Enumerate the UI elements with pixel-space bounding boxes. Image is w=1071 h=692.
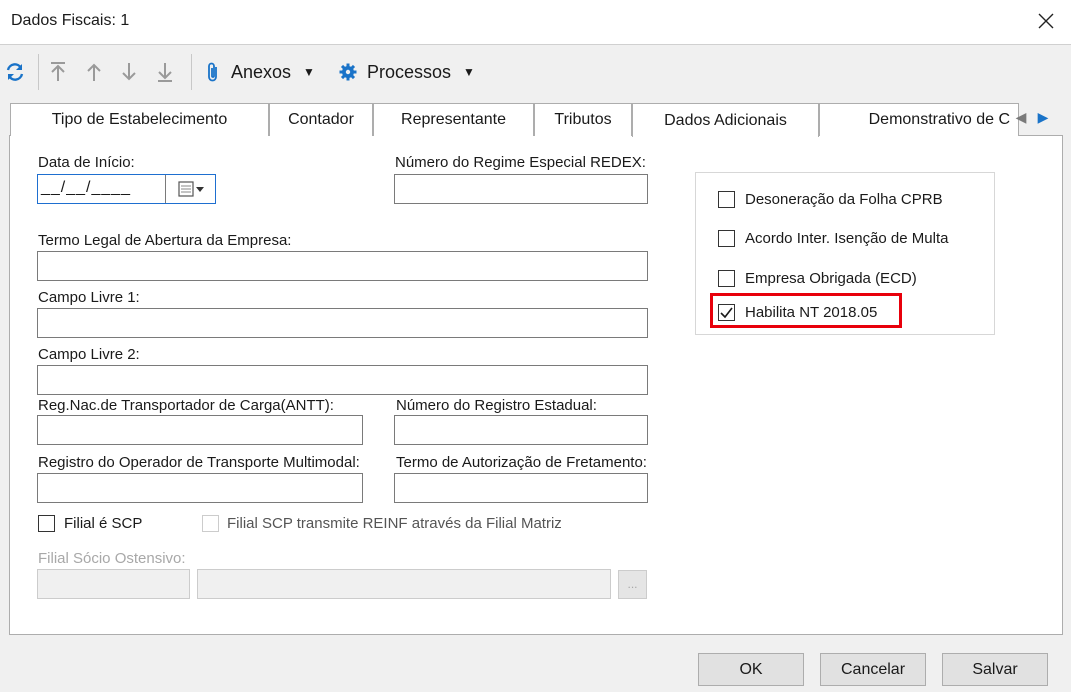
tab-demonstrativo[interactable]: Demonstrativo de C bbox=[819, 103, 1019, 136]
filial-socio-code-input[interactable] bbox=[37, 569, 190, 599]
anexos-label: Anexos bbox=[231, 61, 292, 82]
campo-livre1-label: Campo Livre 1: bbox=[38, 289, 140, 306]
registro-estadual-label: Número do Registro Estadual: bbox=[396, 397, 597, 414]
acordo-label: Acordo Inter. Isenção de Multa bbox=[745, 230, 949, 247]
cancel-button[interactable]: Cancelar bbox=[820, 653, 926, 686]
highlight-box bbox=[710, 293, 902, 328]
regime-redex-label: Número do Regime Especial REDEX: bbox=[395, 154, 646, 171]
termo-fretamento-input[interactable] bbox=[394, 473, 648, 503]
acordo-checkbox[interactable] bbox=[718, 230, 735, 247]
empresa-ecd-checkbox[interactable] bbox=[718, 270, 735, 287]
tab-representante[interactable]: Representante bbox=[373, 103, 534, 136]
move-to-top-icon[interactable] bbox=[46, 60, 70, 84]
operador-multimodal-input[interactable] bbox=[37, 473, 363, 503]
desoneracao-checkbox[interactable] bbox=[718, 191, 735, 208]
campo-livre2-label: Campo Livre 2: bbox=[38, 346, 140, 363]
move-up-icon[interactable] bbox=[82, 60, 106, 84]
campo-livre2-input[interactable] bbox=[37, 365, 648, 395]
data-inicio-label: Data de Início: bbox=[38, 154, 135, 171]
chevron-down-icon: ▼ bbox=[303, 65, 315, 79]
tab-scroll-buttons: ◀ ▶ bbox=[1010, 103, 1054, 131]
empresa-ecd-label: Empresa Obrigada (ECD) bbox=[745, 270, 917, 287]
ok-button[interactable]: OK bbox=[698, 653, 804, 686]
close-icon[interactable] bbox=[1033, 8, 1059, 34]
tab-dados-adicionais[interactable]: Dados Adicionais bbox=[632, 103, 819, 137]
termo-legal-label: Termo Legal de Abertura da Empresa: bbox=[38, 232, 292, 249]
arrow-right-icon[interactable]: ▶ bbox=[1032, 103, 1054, 131]
data-inicio-input[interactable]: __/__/____ bbox=[37, 174, 216, 204]
antt-input[interactable] bbox=[37, 415, 363, 445]
toolbar: Anexos ▼ Processos ▼ bbox=[0, 46, 1071, 98]
paperclip-icon bbox=[208, 62, 217, 82]
processos-label: Processos bbox=[367, 61, 452, 82]
tab-contador[interactable]: Contador bbox=[269, 103, 373, 136]
move-to-bottom-icon[interactable] bbox=[153, 60, 177, 84]
chevron-down-icon: ▼ bbox=[463, 65, 475, 79]
filial-socio-name-input[interactable] bbox=[197, 569, 611, 599]
campo-livre1-input[interactable] bbox=[37, 308, 648, 338]
window-title: Dados Fiscais: 1 bbox=[11, 12, 130, 29]
termo-legal-input[interactable] bbox=[37, 251, 648, 281]
registro-estadual-input[interactable] bbox=[394, 415, 648, 445]
filial-scp-checkbox[interactable] bbox=[38, 515, 55, 532]
filial-scp-reinf-checkbox[interactable] bbox=[202, 515, 219, 532]
filial-socio-lookup-button[interactable]: ... bbox=[618, 570, 647, 599]
refresh-icon[interactable] bbox=[3, 60, 27, 84]
toolbar-separator bbox=[38, 54, 39, 90]
title-bar: Dados Fiscais: 1 bbox=[0, 0, 1071, 45]
tab-tributos[interactable]: Tributos bbox=[534, 103, 632, 136]
calendar-dropdown-button[interactable] bbox=[165, 175, 215, 203]
filial-socio-label: Filial Sócio Ostensivo: bbox=[38, 550, 186, 567]
save-button[interactable]: Salvar bbox=[942, 653, 1048, 686]
regime-redex-input[interactable] bbox=[394, 174, 648, 204]
data-inicio-value: __/__/____ bbox=[41, 179, 132, 196]
gear-icon bbox=[339, 63, 357, 81]
tab-tipo-estabelecimento[interactable]: Tipo de Estabelecimento bbox=[10, 103, 269, 136]
termo-fretamento-label: Termo de Autorização de Fretamento: bbox=[396, 454, 647, 471]
filial-scp-label: Filial é SCP bbox=[64, 515, 143, 532]
antt-label: Reg.Nac.de Transportador de Carga(ANTT): bbox=[38, 397, 334, 414]
desoneracao-label: Desoneração da Folha CPRB bbox=[745, 191, 943, 208]
arrow-left-icon[interactable]: ◀ bbox=[1010, 103, 1032, 131]
anexos-menu[interactable]: Anexos ▼ bbox=[205, 60, 315, 84]
calendar-icon bbox=[177, 181, 204, 197]
toolbar-separator bbox=[191, 54, 192, 90]
filial-scp-reinf-label: Filial SCP transmite REINF através da Fi… bbox=[227, 515, 562, 532]
processos-menu[interactable]: Processos ▼ bbox=[339, 60, 475, 84]
operador-multimodal-label: Registro do Operador de Transporte Multi… bbox=[38, 454, 360, 471]
move-down-icon[interactable] bbox=[117, 60, 141, 84]
